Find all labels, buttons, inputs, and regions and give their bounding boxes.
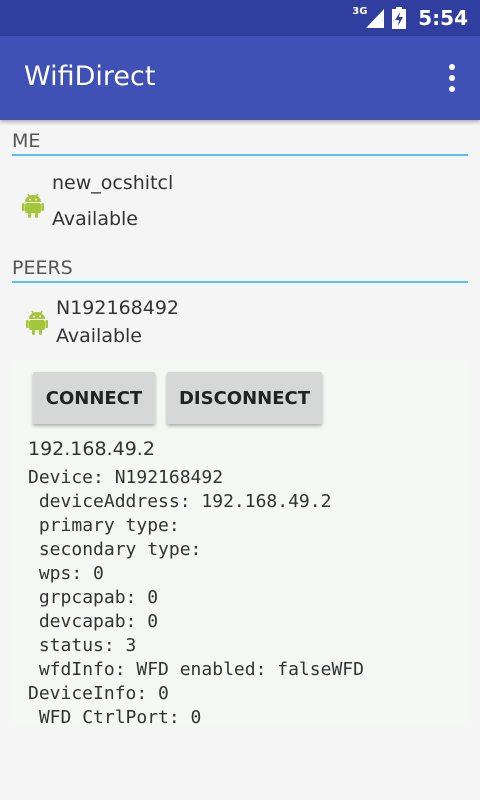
connect-button[interactable]: CONNECT [33,372,155,424]
me-device-row[interactable]: new_ocshitcl Available [0,170,480,234]
status-time: 5:54 [418,6,468,30]
android-icon [22,193,44,218]
group-owner-ip: 192.168.49.2 [28,438,155,460]
status-bar: 3G 5:54 [0,0,480,36]
peer-device-name: N192168492 [56,297,180,319]
app-title: WifiDirect [24,61,156,92]
device-info-text: Device: N192168492 deviceAddress: 192.16… [28,467,364,724]
me-device-status: Available [52,208,139,230]
device-detail-panel: CONNECT DISCONNECT 192.168.49.2 Device: … [12,360,468,724]
disconnect-button[interactable]: DISCONNECT [167,372,322,424]
me-section-header: ME [12,130,468,156]
more-vert-icon[interactable] [442,62,462,94]
peer-device-status: Available [56,325,143,347]
me-device-name: new_ocshitcl [52,172,174,194]
peer-device-row[interactable]: N192168492 Available [0,295,480,355]
peers-section-header: PEERS [12,257,468,283]
status-icons: 3G 5:54 [352,0,468,36]
android-icon [26,310,48,335]
signal-icon: 3G [352,6,386,30]
battery-charging-icon [392,7,407,29]
app-bar: WifiDirect [0,36,480,120]
